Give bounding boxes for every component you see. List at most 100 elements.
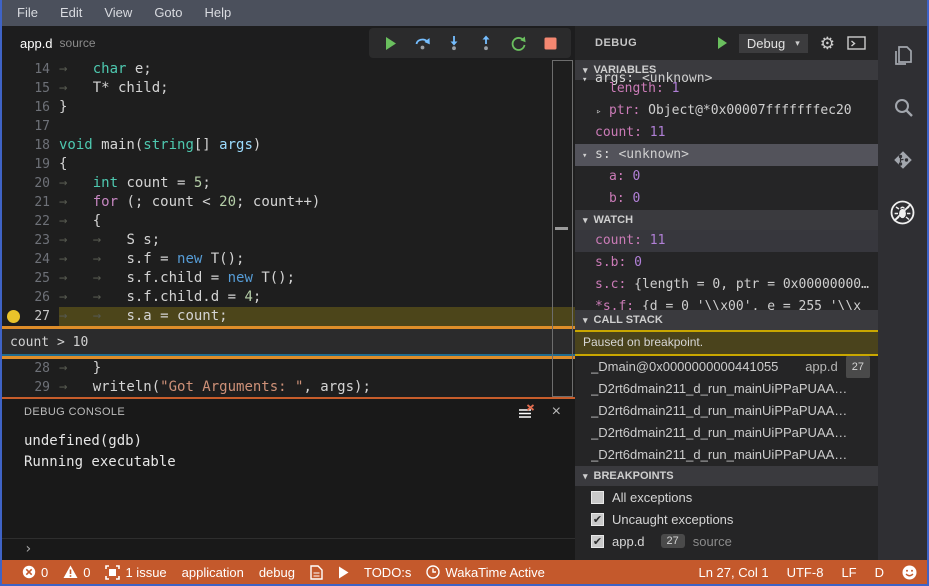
code-text[interactable]: → T* child; [59, 79, 575, 98]
section-header-breakpoints[interactable]: ▾ BREAKPOINTS [575, 466, 878, 486]
line-number[interactable]: 23 [24, 231, 50, 250]
line-number[interactable]: 27 [24, 307, 50, 326]
code-text[interactable] [59, 117, 575, 136]
line-number[interactable]: 22 [24, 212, 50, 231]
activity-files-icon[interactable] [889, 42, 917, 70]
stack-frame[interactable]: _Dmain@0x0000000000441055 app.d 27 [575, 356, 878, 378]
toolbar-step-over-icon[interactable] [409, 31, 435, 55]
activity-source-control-icon[interactable] [889, 146, 917, 174]
code-text[interactable]: → char e; [59, 60, 575, 79]
status-item-1-issue[interactable]: 1 issue [105, 565, 167, 580]
breakpoint-gutter[interactable] [2, 193, 24, 212]
status-item[interactable] [310, 564, 323, 580]
code-text[interactable]: → → s.a = count; [59, 307, 575, 326]
breakpoint-gutter[interactable] [2, 155, 24, 174]
chevron-collapsed-icon[interactable]: ▹ [596, 101, 609, 122]
section-header-call-stack[interactable]: ▾ CALL STACK [575, 310, 878, 330]
code-text[interactable]: → for (; count < 20; count++) [59, 193, 575, 212]
status-item-ln-27-col-1[interactable]: Ln 27, Col 1 [698, 565, 768, 580]
line-number[interactable]: 16 [24, 98, 50, 117]
tab-app-d[interactable]: app.d source [2, 26, 114, 60]
toolbar-step-out-icon[interactable] [473, 31, 499, 55]
line-number[interactable]: 19 [24, 155, 50, 174]
breakpoint-gutter[interactable] [2, 60, 24, 79]
menu-item-help[interactable]: Help [194, 0, 243, 26]
breakpoint-gutter[interactable] [2, 359, 24, 378]
watch-row[interactable]: *s.f: {d = 0 '\\x00', e = 255 '\\x [575, 296, 878, 310]
breakpoint-icon[interactable] [7, 310, 20, 323]
code-text[interactable]: → → s.f = new T(); [59, 250, 575, 269]
breakpoint-gutter[interactable] [2, 79, 24, 98]
status-item-0[interactable]: 0 [22, 565, 48, 580]
line-number[interactable]: 26 [24, 288, 50, 307]
status-item-d[interactable]: D [875, 565, 884, 580]
code-text[interactable]: { [59, 155, 575, 174]
chevron-expanded-icon[interactable]: ▾ [582, 69, 595, 90]
code-text[interactable]: } [59, 98, 575, 117]
activity-search-icon[interactable] [889, 94, 917, 122]
breakpoint-row[interactable]: ✔ app.d 27 source [575, 530, 878, 552]
status-item-wakatime-active[interactable]: WakaTime Active [426, 565, 545, 580]
breakpoint-row[interactable]: ✔ Uncaught exceptions [575, 508, 878, 530]
stack-frame[interactable]: _D2rt6dmain211_d_run_mainUiPPaPUAA… [575, 422, 878, 444]
status-item[interactable] [902, 565, 917, 580]
line-number[interactable]: 14 [24, 60, 50, 79]
breakpoint-gutter[interactable] [2, 98, 24, 117]
chevron-expanded-icon[interactable]: ▾ [582, 145, 595, 166]
variable-row[interactable]: ▹ ptr: Object@*0x00007fffffffec20 [575, 100, 878, 122]
watch-row[interactable]: count: 11 [575, 230, 878, 252]
variable-row[interactable]: b: 0 [575, 188, 878, 210]
breakpoint-gutter[interactable] [2, 174, 24, 193]
breakpoint-gutter[interactable] [2, 269, 24, 288]
status-item-application[interactable]: application [182, 565, 244, 580]
status-item-todo-s[interactable]: TODO:s [364, 565, 411, 580]
checkbox[interactable]: ✔ [591, 534, 604, 548]
close-icon[interactable]: × [552, 404, 561, 420]
code-text[interactable]: → writeln("Got Arguments: ", args); [59, 378, 575, 397]
breakpoint-gutter[interactable] [2, 288, 24, 307]
line-number[interactable]: 28 [24, 359, 50, 378]
breakpoint-gutter[interactable] [2, 117, 24, 136]
debug-console-input[interactable]: › [2, 538, 575, 560]
toolbar-stop-icon[interactable] [537, 31, 563, 55]
breakpoint-gutter[interactable] [2, 231, 24, 250]
line-number[interactable]: 25 [24, 269, 50, 288]
checkbox[interactable]: ✔ [591, 512, 604, 526]
code-editor[interactable]: 14 → char e; 15 → T* child; 16} 17 18 void main… [2, 60, 575, 397]
section-header-watch[interactable]: ▾ WATCH [575, 210, 878, 230]
breakpoint-gutter[interactable] [2, 307, 24, 326]
stack-frame[interactable]: _D2rt6dmain211_d_run_mainUiPPaPUAA… [575, 400, 878, 422]
breakpoint-gutter[interactable] [2, 378, 24, 397]
watch-row[interactable]: s.c: {length = 0, ptr = 0x00000000… [575, 274, 878, 296]
variable-row[interactable]: ▾ s: <unknown> [575, 144, 878, 166]
clear-console-icon[interactable] [518, 404, 536, 420]
gear-icon[interactable]: ⚙ [820, 35, 835, 52]
line-number[interactable]: 24 [24, 250, 50, 269]
status-item[interactable] [338, 566, 349, 579]
code-text[interactable]: void main(string[] args) [59, 136, 575, 155]
variable-row[interactable]: count: 11 [575, 122, 878, 144]
breakpoint-gutter[interactable] [2, 212, 24, 231]
line-number[interactable]: 15 [24, 79, 50, 98]
breakpoint-condition-input[interactable]: count > 10 [2, 329, 575, 356]
stack-frame[interactable]: _D2rt6dmain211_d_run_mainUiPPaPUAA… [575, 378, 878, 400]
editor-scrollbar[interactable] [552, 60, 573, 397]
open-console-icon[interactable] [847, 36, 866, 50]
code-text[interactable]: → } [59, 359, 575, 378]
checkbox[interactable] [591, 490, 604, 504]
code-text[interactable]: → int count = 5; [59, 174, 575, 193]
line-number[interactable]: 20 [24, 174, 50, 193]
variable-row[interactable]: a: 0 [575, 166, 878, 188]
code-text[interactable]: → → S s; [59, 231, 575, 250]
status-item-lf[interactable]: LF [841, 565, 856, 580]
line-number[interactable]: 17 [24, 117, 50, 136]
breakpoint-row[interactable]: All exceptions [575, 486, 878, 508]
debug-config-dropdown[interactable]: Debug ▾ [738, 33, 808, 53]
status-item-utf-8[interactable]: UTF-8 [787, 565, 824, 580]
variable-row[interactable]: length: 1 [575, 78, 878, 100]
status-item-debug[interactable]: debug [259, 565, 295, 580]
status-item-0[interactable]: 0 [63, 565, 90, 580]
watch-row[interactable]: s.b: 0 [575, 252, 878, 274]
menu-item-view[interactable]: View [93, 0, 143, 26]
toolbar-continue-icon[interactable] [377, 31, 403, 55]
